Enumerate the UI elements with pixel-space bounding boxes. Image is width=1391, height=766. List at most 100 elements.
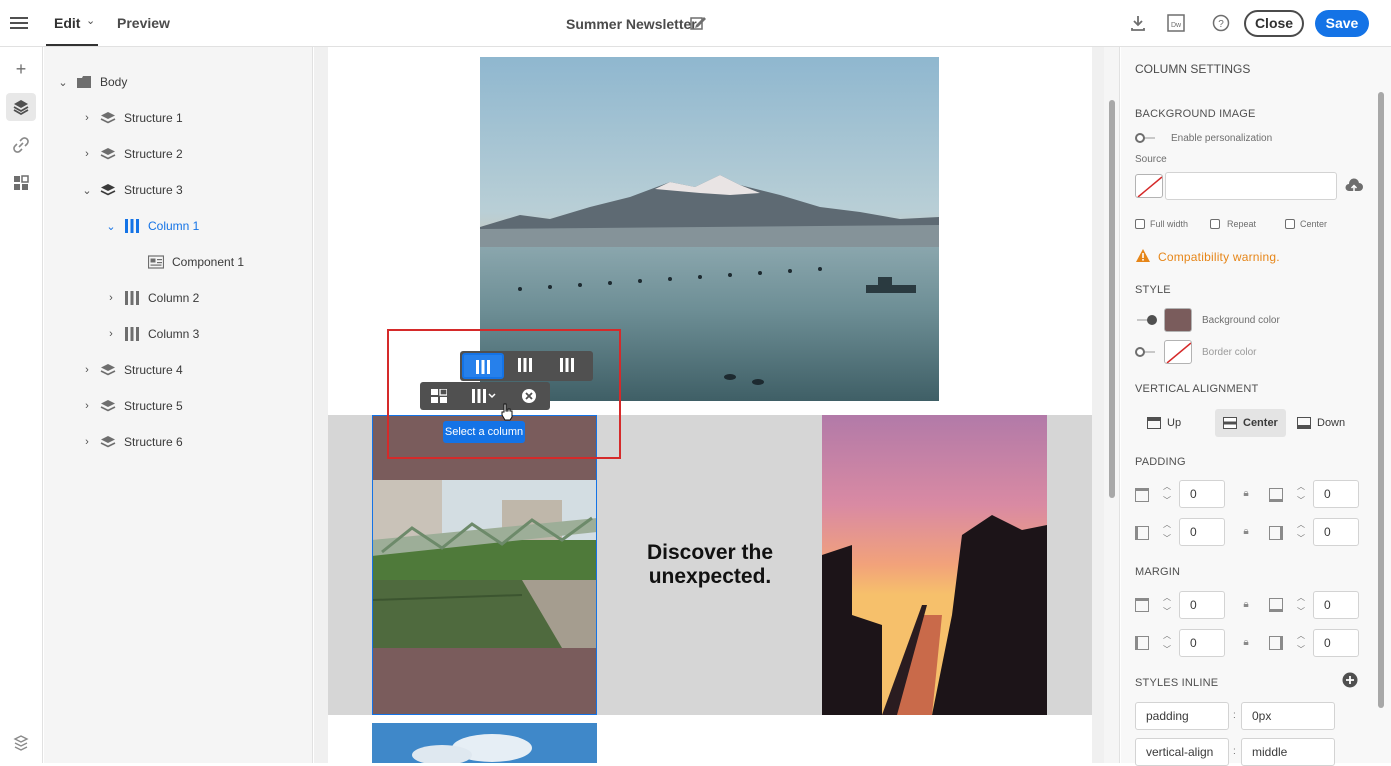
- tab-edit[interactable]: Edit: [54, 15, 80, 31]
- valign-up-button[interactable]: Up: [1139, 409, 1189, 437]
- chevron-right-icon[interactable]: ›: [80, 112, 94, 124]
- margin-left-stepper[interactable]: ︿ ﹀: [1157, 629, 1177, 657]
- hand-cursor-icon: [501, 403, 513, 421]
- chevron-right-icon[interactable]: ›: [104, 328, 118, 340]
- valign-down-button[interactable]: Down: [1289, 409, 1353, 437]
- padding-right-stepper[interactable]: ︿ ﹀: [1291, 518, 1311, 546]
- enable-personalization-toggle[interactable]: [1135, 133, 1157, 143]
- chevron-right-icon[interactable]: ›: [104, 292, 118, 304]
- tree-item-structure-4[interactable]: › Structure 4: [80, 358, 183, 382]
- upload-cloud-icon[interactable]: [1345, 178, 1363, 194]
- inline-style-value-1[interactable]: 0px: [1241, 702, 1335, 730]
- inline-style-value-2[interactable]: middle: [1241, 738, 1335, 766]
- valign-center-button[interactable]: Center: [1215, 409, 1286, 437]
- lock-icon[interactable]: 🔒︎: [1235, 594, 1257, 616]
- background-color-swatch[interactable]: [1164, 308, 1192, 332]
- chevron-down-icon[interactable]: ⌄: [104, 220, 118, 233]
- tree-item-label: Column 2: [148, 291, 200, 305]
- chevron-down-icon[interactable]: ⌄: [56, 76, 70, 89]
- repeat-checkbox[interactable]: [1210, 219, 1220, 229]
- column-icon: [125, 327, 139, 341]
- sunset-image[interactable]: [822, 415, 1047, 715]
- padding-bottom-icon: [1269, 488, 1283, 502]
- tree-item-column-3[interactable]: › Column 3: [104, 322, 199, 346]
- tree-item-structure-1[interactable]: › Structure 1: [80, 106, 183, 130]
- chevron-right-icon[interactable]: ›: [80, 364, 94, 376]
- margin-left-input[interactable]: 0: [1179, 629, 1225, 657]
- column-3-picker-icon[interactable]: [552, 353, 582, 379]
- center-checkbox[interactable]: [1285, 219, 1295, 229]
- column-icon: [125, 219, 139, 233]
- dreamweaver-icon[interactable]: Dw: [1166, 13, 1186, 33]
- lock-icon[interactable]: 🔒︎: [1235, 521, 1257, 543]
- add-icon[interactable]: +: [6, 55, 36, 83]
- close-button[interactable]: Close: [1244, 10, 1304, 37]
- chevron-right-icon[interactable]: ›: [80, 400, 94, 412]
- padding-top-stepper[interactable]: ︿ ﹀: [1157, 480, 1177, 508]
- padding-top-input[interactable]: 0: [1179, 480, 1225, 508]
- padding-right-icon: [1269, 526, 1283, 540]
- border-color-toggle[interactable]: [1135, 347, 1157, 357]
- margin-bottom-input[interactable]: 0: [1313, 591, 1359, 619]
- sky-image[interactable]: [372, 723, 597, 763]
- tab-preview[interactable]: Preview: [117, 15, 170, 31]
- border-color-swatch[interactable]: [1164, 340, 1192, 364]
- structure-tree: ⌄ Body › Structure 1 › Structure 2 ⌄ Str…: [44, 47, 313, 763]
- chevron-down-icon[interactable]: ⌄: [86, 14, 95, 27]
- tree-item-label: Structure 6: [124, 435, 183, 449]
- save-button[interactable]: Save: [1315, 10, 1369, 37]
- margin-right-input[interactable]: 0: [1313, 629, 1359, 657]
- tree-item-body[interactable]: ⌄ Body: [56, 70, 127, 94]
- chevron-right-icon[interactable]: ›: [80, 436, 94, 448]
- hamburger-menu-icon[interactable]: [10, 14, 28, 32]
- padding-bottom-stepper[interactable]: ︿ ﹀: [1291, 480, 1311, 508]
- compatibility-warning[interactable]: Compatibility warning.: [1158, 250, 1280, 264]
- column-select-dropdown-icon[interactable]: [464, 383, 504, 409]
- tree-item-structure-5[interactable]: › Structure 5: [80, 394, 183, 418]
- tree-item-component-1[interactable]: Component 1: [128, 250, 244, 274]
- margin-top-input[interactable]: 0: [1179, 591, 1225, 619]
- source-swatch[interactable]: [1135, 174, 1163, 198]
- column-1-picker-icon[interactable]: [462, 353, 504, 379]
- tree-item-label: Component 1: [172, 255, 245, 269]
- tree-item-column-1[interactable]: ⌄ Column 1: [104, 214, 199, 238]
- margin-right-stepper[interactable]: ︿ ﹀: [1291, 629, 1311, 657]
- tree-item-structure-3[interactable]: ⌄ Structure 3: [80, 178, 182, 202]
- styles-inline-heading: STYLES INLINE: [1135, 677, 1219, 689]
- components-icon[interactable]: [6, 169, 36, 197]
- headline-text[interactable]: Discover the unexpected.: [615, 541, 805, 589]
- canvas-scrollbar-thumb[interactable]: [1109, 100, 1115, 498]
- source-input[interactable]: [1165, 172, 1337, 200]
- padding-left-stepper[interactable]: ︿ ﹀: [1157, 518, 1177, 546]
- chevron-right-icon[interactable]: ›: [80, 148, 94, 160]
- padding-right-input[interactable]: 0: [1313, 518, 1359, 546]
- edit-title-icon[interactable]: [689, 14, 707, 32]
- inline-style-property-2[interactable]: vertical-align: [1135, 738, 1229, 766]
- valign-center-label: Center: [1243, 417, 1278, 429]
- settings-layers-icon[interactable]: [6, 729, 36, 757]
- panel-scrollbar-thumb[interactable]: [1378, 92, 1384, 708]
- link-icon[interactable]: [6, 131, 36, 159]
- full-width-checkbox[interactable]: [1135, 219, 1145, 229]
- layers-icon[interactable]: [6, 93, 36, 121]
- column-2-picker-icon[interactable]: [510, 353, 540, 379]
- lock-icon[interactable]: 🔒︎: [1235, 483, 1257, 505]
- tree-item-structure-2[interactable]: › Structure 2: [80, 142, 183, 166]
- margin-bottom-stepper[interactable]: ︿ ﹀: [1291, 591, 1311, 619]
- select-parent-icon[interactable]: [424, 383, 454, 409]
- delete-icon[interactable]: [514, 383, 544, 409]
- help-icon[interactable]: ?: [1211, 13, 1231, 33]
- padding-left-input[interactable]: 0: [1179, 518, 1225, 546]
- download-icon[interactable]: [1128, 13, 1148, 33]
- padding-bottom-input[interactable]: 0: [1313, 480, 1359, 508]
- background-color-toggle[interactable]: [1135, 315, 1157, 325]
- lock-icon[interactable]: 🔒︎: [1235, 632, 1257, 654]
- tree-item-column-2[interactable]: › Column 2: [104, 286, 199, 310]
- tree-item-structure-6[interactable]: › Structure 6: [80, 430, 183, 454]
- add-style-icon[interactable]: [1342, 672, 1358, 688]
- inline-style-property-1[interactable]: padding: [1135, 702, 1229, 730]
- background-color-label: Background color: [1202, 315, 1280, 326]
- tab-edit-underline: [46, 44, 98, 46]
- margin-top-stepper[interactable]: ︿ ﹀: [1157, 591, 1177, 619]
- chevron-down-icon[interactable]: ⌄: [80, 184, 94, 197]
